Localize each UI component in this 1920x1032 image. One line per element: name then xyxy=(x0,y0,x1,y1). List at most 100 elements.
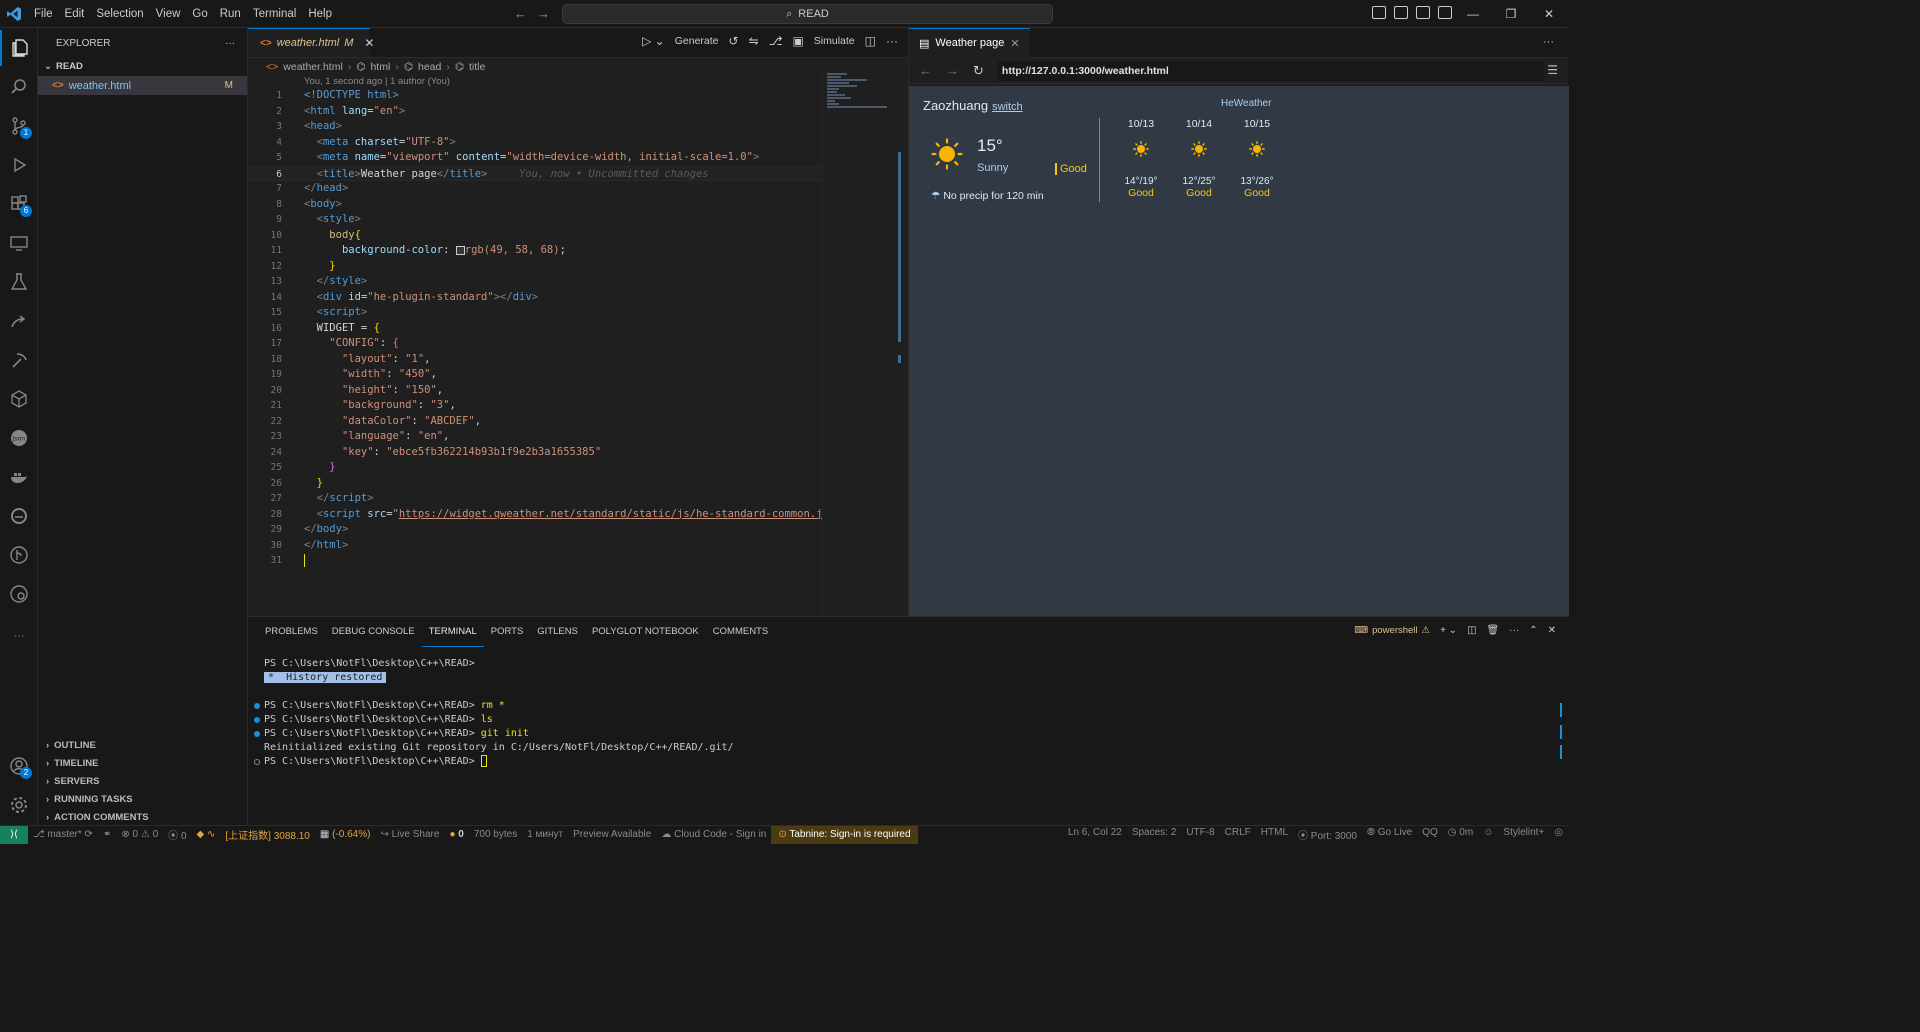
section-running-tasks[interactable]: › RUNNING TASKS xyxy=(38,790,248,808)
explorer-icon[interactable] xyxy=(0,30,38,66)
tab-gitlens[interactable]: GITLENS xyxy=(530,617,585,647)
cloud-code-status[interactable]: ☁ Cloud Code - Sign in xyxy=(656,829,771,840)
url-bar[interactable]: http://127.0.0.1:3000/weather.html xyxy=(997,60,1544,81)
command-decoration-icon[interactable] xyxy=(254,703,260,709)
menu-selection[interactable]: Selection xyxy=(90,0,149,28)
split-terminal-icon[interactable]: ◫ xyxy=(1467,625,1476,636)
back-arrow-icon[interactable]: ← xyxy=(514,6,527,21)
tab-comments[interactable]: COMMENTS xyxy=(706,617,775,647)
heweather-brand[interactable]: HeWeather xyxy=(1221,98,1271,109)
new-terminal-icon[interactable]: + ⌄ xyxy=(1440,625,1457,636)
gitlens-status-icon[interactable]: ⚭ xyxy=(98,829,116,840)
stock-change[interactable]: ▦ (-0.64%) xyxy=(315,829,376,840)
go-live-button[interactable]: ⦾ Go Live xyxy=(1362,827,1417,842)
command-decoration-icon[interactable] xyxy=(254,731,260,737)
simulate-icon[interactable]: ▣ xyxy=(792,34,803,48)
end-of-line[interactable]: CRLF xyxy=(1220,827,1256,842)
script-src-link[interactable]: https://widget.qweather.net/standard/sta… xyxy=(399,508,829,520)
port-indicator[interactable]: ⦿ Port: 3000 xyxy=(1293,827,1362,842)
remote-explorer-icon[interactable] xyxy=(0,225,38,261)
settings-gear-icon[interactable] xyxy=(0,787,38,823)
remote-indicator-icon[interactable]: ⟩⟨ xyxy=(0,825,28,844)
gitlens-inspect-icon[interactable] xyxy=(0,576,38,612)
gitlens-blame-header[interactable]: You, 1 second ago | 1 author (You) xyxy=(304,76,450,87)
close-panel-icon[interactable]: ✕ xyxy=(1548,625,1556,636)
menu-terminal[interactable]: Terminal xyxy=(247,0,302,28)
stylelint-status[interactable]: Stylelint+ xyxy=(1498,827,1549,842)
command-center[interactable]: ⌕ READ xyxy=(562,4,1053,24)
testing-icon[interactable] xyxy=(0,264,38,300)
breadcrumb-html[interactable]: html xyxy=(370,61,390,73)
json-icon[interactable]: Json xyxy=(0,420,38,456)
indentation[interactable]: Spaces: 2 xyxy=(1127,827,1181,842)
language-mode[interactable]: HTML xyxy=(1256,827,1293,842)
menu-edit[interactable]: Edit xyxy=(59,0,91,28)
preview-available[interactable]: Preview Available xyxy=(568,829,656,840)
edge-devtools-icon[interactable] xyxy=(0,498,38,534)
simulate-button[interactable]: Simulate xyxy=(814,35,855,47)
more-views-icon[interactable]: ··· xyxy=(0,618,38,654)
split-editor-icon[interactable]: ◫ xyxy=(865,34,876,48)
menu-help[interactable]: Help xyxy=(302,0,338,28)
menu-run[interactable]: Run xyxy=(214,0,247,28)
tabnine-status[interactable]: ⊙ Tabnine: Sign-in is required xyxy=(771,825,918,844)
toggle-secondary-sidebar-icon[interactable] xyxy=(1416,6,1430,19)
section-outline[interactable]: › OUTLINE xyxy=(38,736,248,754)
terminal-shell-selector[interactable]: ⌨ powershell ⚠ xyxy=(1354,625,1430,636)
tab-terminal[interactable]: TERMINAL xyxy=(421,617,484,647)
tab-weather-page[interactable]: ▤ Weather page ✕ xyxy=(909,27,1030,58)
section-action-comments[interactable]: › ACTION COMMENTS xyxy=(38,808,248,826)
command-decoration-icon[interactable] xyxy=(254,717,260,723)
branch-indicator[interactable]: ⎇ master* ⟳ xyxy=(28,829,98,840)
tab-ports[interactable]: PORTS xyxy=(484,617,531,647)
command-decoration-icon[interactable] xyxy=(254,759,260,765)
cube-icon[interactable] xyxy=(0,381,38,417)
close-icon[interactable]: ✕ xyxy=(1530,0,1568,28)
history-icon[interactable]: ↺ xyxy=(729,34,739,48)
generate-button[interactable]: Generate xyxy=(675,35,719,47)
activity-icon[interactable]: ◆ ∿ xyxy=(192,829,221,840)
file-weather-html[interactable]: <> weather.html M xyxy=(38,76,247,95)
encoding[interactable]: UTF-8 xyxy=(1181,827,1219,842)
restore-icon[interactable]: ❐ xyxy=(1492,0,1530,28)
breadcrumb-head[interactable]: head xyxy=(418,61,441,73)
customize-layout-icon[interactable] xyxy=(1438,6,1452,19)
minimize-icon[interactable]: — xyxy=(1454,0,1492,28)
forward-arrow-icon[interactable]: → xyxy=(946,63,959,78)
reload-icon[interactable]: ↻ xyxy=(973,63,984,79)
stock-indicator[interactable]: [上证指数] 3088.10 xyxy=(220,827,315,842)
git-compare-icon[interactable]: ⎇ xyxy=(769,34,783,48)
accounts-icon[interactable]: 2 xyxy=(0,748,38,784)
explorer-more-icon[interactable]: ··· xyxy=(225,38,235,49)
folder-read[interactable]: ⌄ READ xyxy=(38,58,247,74)
live-share-status[interactable]: ↪ Live Share xyxy=(375,829,444,840)
ports-indicator[interactable]: ⦿ 0 xyxy=(163,827,191,842)
gitlens-icon[interactable] xyxy=(0,537,38,573)
problems-indicator[interactable]: ⊗ 0 ⚠ 0 xyxy=(116,829,163,840)
cursor-position[interactable]: Ln 6, Col 22 xyxy=(1063,827,1127,842)
tab-weather-html[interactable]: <> weather.html M ✕ xyxy=(248,28,374,57)
breadcrumb-title[interactable]: title xyxy=(469,61,485,73)
tab-problems[interactable]: PROBLEMS xyxy=(258,617,325,647)
section-timeline[interactable]: › TIMELINE xyxy=(38,754,248,772)
tab-polyglot-notebook[interactable]: POLYGLOT NOTEBOOK xyxy=(585,617,706,647)
terminal-output[interactable]: PS C:\Users\NotFl\Desktop\C++\READ> * Hi… xyxy=(254,657,734,769)
run-debug-icon[interactable] xyxy=(0,147,38,183)
deno-status[interactable]: ● 0 xyxy=(444,829,468,840)
menu-file[interactable]: File xyxy=(28,0,59,28)
qq-indicator[interactable]: QQ xyxy=(1417,827,1443,842)
more-actions-icon[interactable]: ··· xyxy=(886,34,898,48)
docker-icon[interactable] xyxy=(0,459,38,495)
code-area[interactable]: 1 <!DOCTYPE html> 2 <html lang="en"> 3 <hea… xyxy=(248,88,829,569)
close-tab-icon[interactable]: ✕ xyxy=(364,36,374,50)
notifications-icon[interactable]: ◎ xyxy=(1549,827,1568,842)
toggle-panel-icon[interactable] xyxy=(1394,6,1408,19)
search-icon[interactable] xyxy=(0,69,38,105)
tab-debug-console[interactable]: DEBUG CONSOLE xyxy=(325,617,422,647)
breadcrumb-file[interactable]: weather.html xyxy=(283,61,343,73)
source-control-icon[interactable]: 1 xyxy=(0,108,38,144)
kill-terminal-icon[interactable]: 🗑 xyxy=(1487,625,1500,636)
more-actions-icon[interactable]: ··· xyxy=(1543,36,1554,48)
more-actions-icon[interactable]: ··· xyxy=(1509,625,1519,636)
overview-ruler[interactable] xyxy=(898,72,908,616)
